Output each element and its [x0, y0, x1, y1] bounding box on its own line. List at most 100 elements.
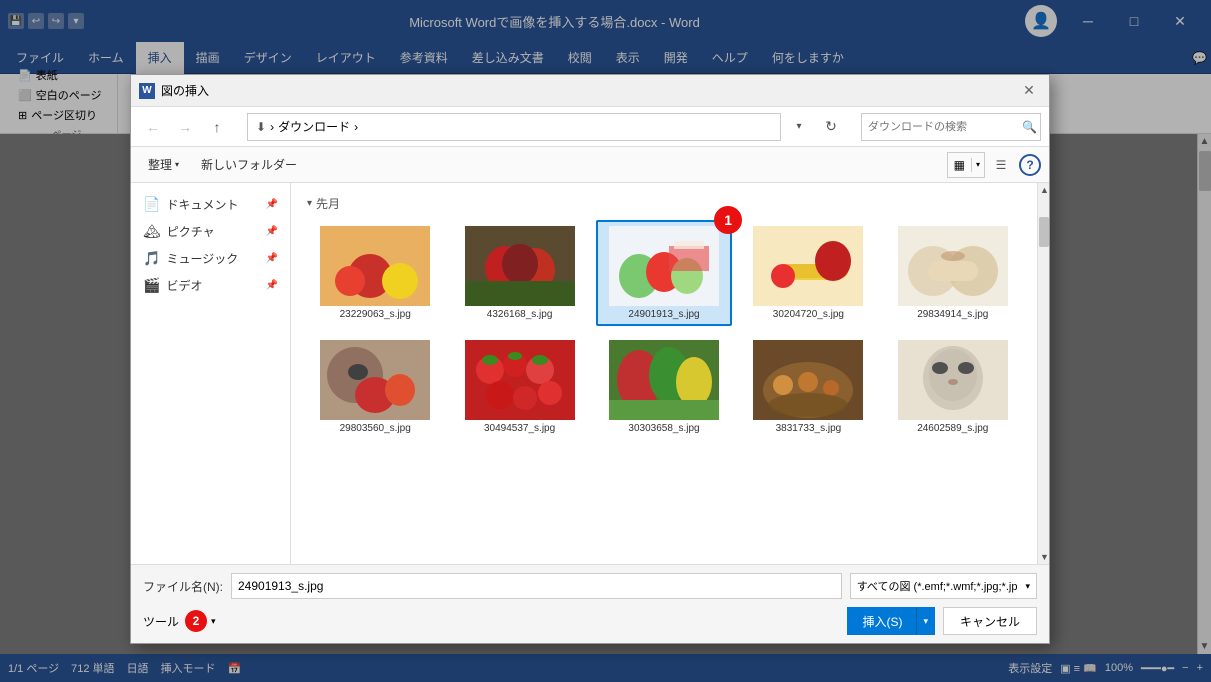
video-label: ビデオ — [166, 277, 202, 294]
files-area: ▾ 先月 — [291, 183, 1037, 564]
video-icon: 🎬 — [143, 277, 160, 294]
dialog-toolbar: 整理 ▾ 新しいフォルダー ▦ ▾ ☰ ? — [131, 147, 1049, 183]
refresh-button[interactable]: ↻ — [817, 113, 845, 141]
insert-dropdown-button[interactable]: ▾ — [917, 608, 934, 634]
new-folder-label: 新しいフォルダー — [201, 156, 297, 173]
file-item-3[interactable]: 24901913_s.jpg — [596, 220, 732, 326]
file-thumb-10 — [898, 340, 1008, 420]
insert-button[interactable]: 挿入(S) — [848, 608, 917, 634]
view-dropdown-button[interactable]: ▾ — [972, 160, 984, 169]
sidebar-item-documents[interactable]: 📄 ドキュメント 📌 — [131, 191, 290, 218]
search-input[interactable] — [862, 121, 1016, 133]
file-name-2: 4326168_s.jpg — [487, 309, 553, 320]
nav-forward-button[interactable]: → — [171, 113, 199, 141]
file-thumb-1 — [320, 226, 430, 306]
section-name: 先月 — [316, 195, 340, 212]
help-button[interactable]: ? — [1019, 154, 1041, 176]
file-thumb-7 — [465, 340, 575, 420]
insert-image-dialog: W 図の挿入 ✕ ← → ↑ ⬇ › ダウンロード › ▾ ↻ 🔍 — [130, 74, 1050, 644]
file-thumb-6 — [320, 340, 430, 420]
nav-path[interactable]: ⬇ › ダウンロード › — [247, 113, 781, 141]
dialog-navbar: ← → ↑ ⬇ › ダウンロード › ▾ ↻ 🔍 — [131, 107, 1049, 147]
view-buttons: ▦ ▾ ☰ — [947, 152, 1015, 178]
filetype-caret-icon: ▾ — [1025, 581, 1030, 592]
sidebar-item-video[interactable]: 🎬 ビデオ 📌 — [131, 272, 290, 299]
dialog-scroll-thumb[interactable] — [1039, 217, 1049, 247]
filename-input[interactable] — [231, 573, 842, 599]
file-item-6[interactable]: 29803560_s.jpg — [307, 334, 443, 440]
sidebar-item-music[interactable]: 🎵 ミュージック 📌 — [131, 245, 290, 272]
view-split-button: ▦ ▾ — [947, 152, 985, 178]
organize-label: 整理 — [148, 156, 172, 173]
file-thumb-9 — [753, 340, 863, 420]
file-item-7[interactable]: 30494537_s.jpg — [451, 334, 587, 440]
file-item-5[interactable]: 29834914_s.jpg — [885, 220, 1021, 326]
file-thumb-5 — [898, 226, 1008, 306]
file-thumb-8 — [609, 340, 719, 420]
pin-icon-1: 📌 — [266, 226, 278, 237]
organize-button[interactable]: 整理 ▾ — [139, 152, 188, 178]
documents-icon: 📄 — [143, 196, 160, 213]
insert-button-group: 挿入(S) ▾ — [847, 607, 935, 635]
pin-icon-0: 📌 — [266, 199, 278, 210]
file-name-10: 24602589_s.jpg — [917, 423, 988, 434]
music-label: ミュージック — [166, 250, 238, 267]
path-separator2: › — [354, 120, 358, 134]
path-part-downloads: ダウンロード — [278, 118, 350, 135]
nav-up-button[interactable]: ↑ — [203, 113, 231, 141]
file-item-4[interactable]: 30204720_s.jpg — [740, 220, 876, 326]
file-name-3: 24901913_s.jpg — [628, 309, 699, 320]
path-dropdown-button[interactable]: ▾ — [785, 113, 813, 141]
sidebar-item-pictures[interactable]: 🏔 ピクチャ 📌 — [131, 218, 290, 245]
view-main-button[interactable]: ▦ — [948, 158, 972, 172]
filetype-dropdown[interactable]: すべての図 (*.emf;*.wmf;*.jpg;*.jp ▾ — [850, 573, 1037, 599]
view-details-button[interactable]: ☰ — [987, 152, 1015, 178]
dialog-scroll-up[interactable]: ▲ — [1038, 183, 1049, 197]
file-name-4: 30204720_s.jpg — [773, 309, 844, 320]
file-item-1[interactable]: 23229063_s.jpg — [307, 220, 443, 326]
file-name-7: 30494537_s.jpg — [484, 423, 555, 434]
tools-label[interactable]: ツール — [143, 613, 179, 630]
pin-icon-2: 📌 — [266, 253, 278, 264]
file-name-1: 23229063_s.jpg — [340, 309, 411, 320]
footer-row1: ファイル名(N): すべての図 (*.emf;*.wmf;*.jpg;*.jp … — [143, 573, 1037, 599]
file-name-6: 29803560_s.jpg — [340, 423, 411, 434]
section-toggle[interactable]: ▾ — [307, 198, 312, 209]
dialog-scrollbar[interactable]: ▲ ▼ — [1037, 183, 1049, 564]
file-name-5: 29834914_s.jpg — [917, 309, 988, 320]
organize-caret-icon: ▾ — [175, 160, 179, 169]
section-label: ▾ 先月 — [299, 191, 1029, 220]
file-thumb-3 — [609, 226, 719, 306]
view-grid-icon: ▦ — [954, 158, 965, 172]
dialog-scroll-down[interactable]: ▼ — [1038, 550, 1049, 564]
dialog-sidebar: 📄 ドキュメント 📌 🏔 ピクチャ 📌 🎵 ミュージック 📌 🎬 ビデオ — [131, 183, 291, 564]
dialog-title: 図の挿入 — [161, 82, 1011, 99]
cancel-button[interactable]: キャンセル — [943, 607, 1037, 635]
music-icon: 🎵 — [143, 250, 160, 267]
file-thumb-4 — [753, 226, 863, 306]
dialog-content: 📄 ドキュメント 📌 🏔 ピクチャ 📌 🎵 ミュージック 📌 🎬 ビデオ — [131, 183, 1049, 564]
tools-caret-icon[interactable]: ▾ — [211, 616, 216, 627]
file-item-8[interactable]: 30303658_s.jpg — [596, 334, 732, 440]
file-item-2[interactable]: 4326168_s.jpg — [451, 220, 587, 326]
file-item-10[interactable]: 24602589_s.jpg — [885, 334, 1021, 440]
footer-row2: ツール 2 ▾ 挿入(S) ▾ キャンセル — [143, 607, 1037, 635]
pictures-icon: 🏔 — [143, 223, 161, 240]
download-icon: ⬇ — [256, 120, 266, 134]
filetype-label: すべての図 (*.emf;*.wmf;*.jpg;*.jp — [857, 578, 1018, 594]
new-folder-button[interactable]: 新しいフォルダー — [192, 152, 306, 178]
file-name-8: 30303658_s.jpg — [628, 423, 699, 434]
pin-icon-3: 📌 — [266, 280, 278, 291]
file-thumb-2 — [465, 226, 575, 306]
dialog-close-button[interactable]: ✕ — [1017, 79, 1041, 103]
files-grid: 23229063_s.jpg 4326168_s — [299, 220, 1029, 440]
file-item-9[interactable]: 3831733_s.jpg — [740, 334, 876, 440]
dialog-app-icon: W — [139, 83, 155, 99]
search-box: 🔍 — [861, 113, 1041, 141]
filename-label: ファイル名(N): — [143, 578, 223, 595]
dialog-footer: ファイル名(N): すべての図 (*.emf;*.wmf;*.jpg;*.jp … — [131, 564, 1049, 643]
pictures-label: ピクチャ — [167, 223, 215, 240]
dialog-overlay: W 図の挿入 ✕ ← → ↑ ⬇ › ダウンロード › ▾ ↻ 🔍 — [0, 0, 1211, 682]
nav-back-button[interactable]: ← — [139, 113, 167, 141]
search-icon: 🔍 — [1016, 120, 1043, 134]
